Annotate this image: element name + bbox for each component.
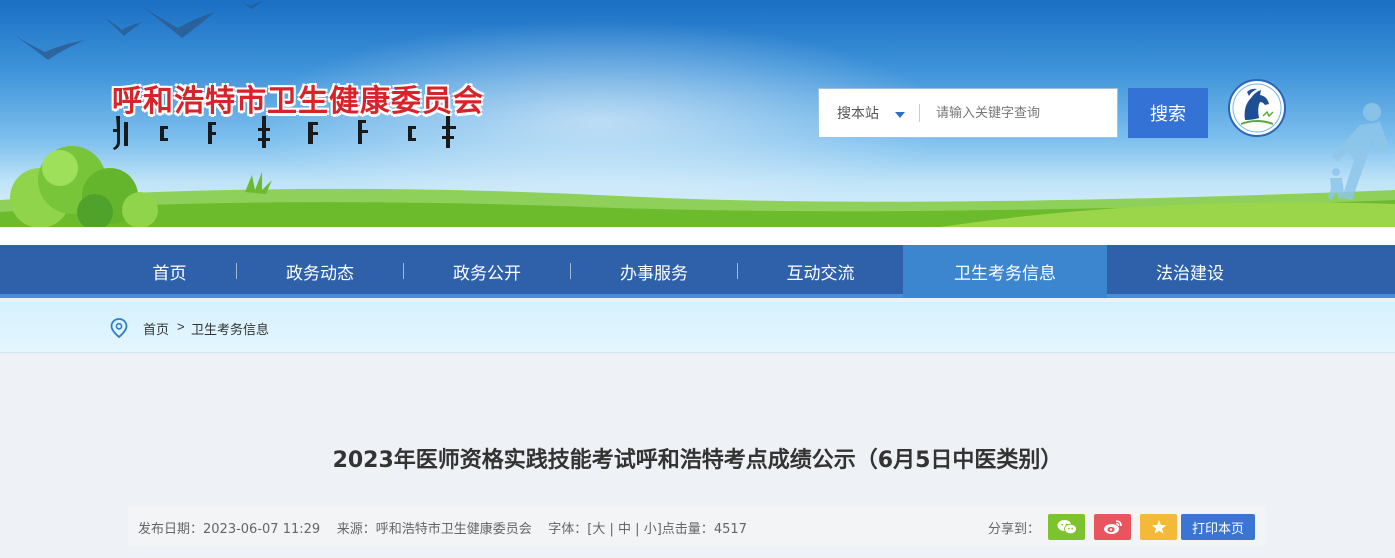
nav-label: 办事服务 (620, 264, 688, 284)
runner-silhouette-icon (1328, 103, 1390, 200)
main-nav: 首页 政务动态 政务公开 办事服务 互动交流 卫生考务信息 法治建设 (0, 245, 1395, 298)
font-size-separator: | (605, 522, 619, 537)
breadcrumb-home-link[interactable]: 首页 (143, 319, 169, 338)
mongolian-script-logo (113, 116, 456, 150)
search-input[interactable] (920, 89, 1117, 137)
nav-item-health-exams[interactable]: 卫生考务信息 (903, 245, 1107, 298)
nav-gap (0, 227, 1395, 245)
nav-label: 政务公开 (453, 264, 521, 284)
nav-label: 首页 (152, 264, 187, 284)
source-label: 来源： (336, 522, 376, 537)
nav-label: 法治建设 (1156, 264, 1224, 284)
search-button[interactable]: 搜索 (1128, 88, 1208, 138)
views-count: 4517 (713, 522, 747, 537)
publish-date: 2023-06-07 11:29 (203, 522, 321, 537)
nav-item-government-news[interactable]: 政务动态 (237, 245, 403, 298)
breadcrumb-current-link[interactable]: 卫生考务信息 (191, 319, 269, 338)
nav-item-public-affairs[interactable]: 政务公开 (404, 245, 570, 298)
search-scope-dropdown[interactable]: 搜本站 (819, 89, 919, 137)
nav-item-rule-of-law[interactable]: 法治建设 (1107, 245, 1273, 298)
article-meta-bar: 发布日期：2023-06-07 11:29 来源：呼和浩特市卫生健康委员会 字体… (128, 506, 1266, 546)
horse-emblem-icon[interactable] (1227, 78, 1287, 138)
weibo-icon (1103, 520, 1122, 534)
nav-label: 卫生考务信息 (954, 264, 1056, 284)
star-icon (1151, 520, 1166, 534)
location-pin-icon (110, 318, 128, 338)
font-size-separator: | (631, 522, 644, 537)
font-size-small-link[interactable]: 小 (644, 522, 657, 537)
caret-down-icon (895, 112, 905, 118)
publish-date-label: 发布日期： (138, 522, 204, 537)
share-favorite-button[interactable] (1140, 514, 1177, 540)
article-meta: 发布日期：2023-06-07 11:29 来源：呼和浩特市卫生健康委员会 字体… (138, 518, 747, 537)
nav-label: 政务动态 (286, 264, 354, 284)
nav-label: 互动交流 (786, 264, 855, 284)
nav-item-interaction[interactable]: 互动交流 (738, 245, 903, 298)
search-scope-label: 搜本站 (837, 105, 879, 121)
source-value: 呼和浩特市卫生健康委员会 (375, 522, 532, 537)
font-size-medium-link[interactable]: 中 (618, 522, 631, 537)
nav-item-services[interactable]: 办事服务 (571, 245, 737, 298)
tree-cluster-icon (10, 146, 158, 227)
views-label: 点击量： (661, 522, 714, 537)
wechat-icon (1057, 520, 1077, 535)
font-size-label: 字体： (548, 522, 588, 537)
birds-icon (15, 0, 262, 60)
share-label: 分享到： (988, 522, 1041, 537)
header-banner: 呼和浩特市卫生健康委员会 搜本站 搜索 (0, 0, 1395, 227)
share-wechat-button[interactable] (1048, 514, 1085, 540)
print-page-button[interactable]: 打印本页 (1181, 514, 1255, 540)
breadcrumb: 首页 > 卫生考务信息 (0, 302, 1395, 353)
share-weibo-button[interactable] (1094, 514, 1131, 540)
breadcrumb-separator: > (177, 319, 185, 334)
article-title: 2023年医师资格实践技能考试呼和浩特考点成绩公示（6月5日中医类别） (332, 448, 1063, 473)
nav-item-home[interactable]: 首页 (103, 245, 236, 298)
font-size-large-link[interactable]: 大 (592, 522, 605, 537)
search-box: 搜本站 (818, 88, 1118, 138)
